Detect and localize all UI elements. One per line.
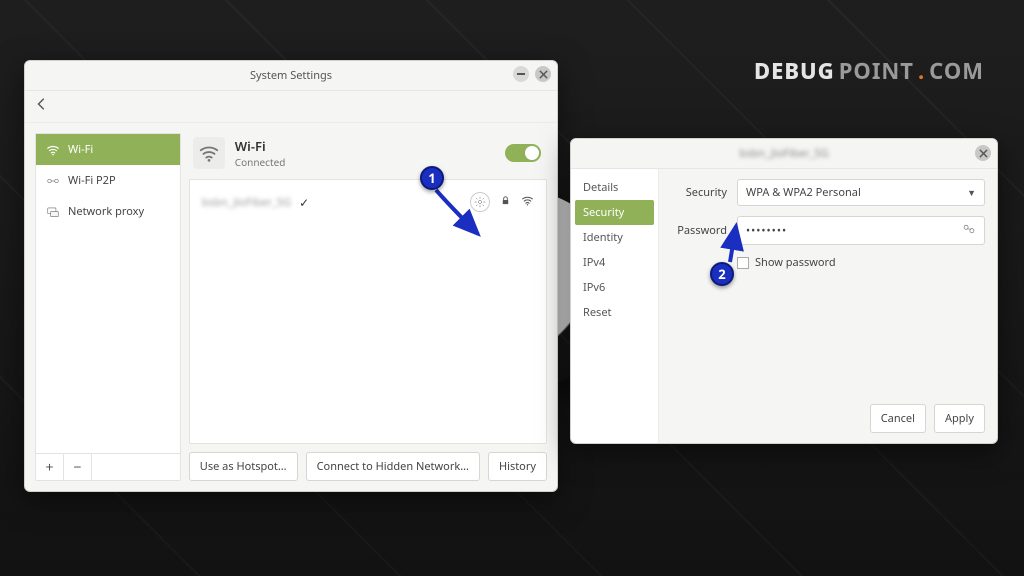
- close-icon: [979, 149, 988, 158]
- lock-icon: [500, 195, 511, 210]
- network-row[interactable]: bsbn_JioFiber_5G ✓: [196, 186, 540, 218]
- annotation-callout-1: 1: [420, 166, 444, 190]
- pane-title: Wi-Fi: [235, 137, 286, 155]
- pane-subtitle: Connected: [235, 155, 286, 169]
- chevron-down-icon: ▼: [967, 186, 976, 199]
- proxy-icon: [46, 205, 60, 219]
- security-dropdown-value: WPA & WPA2 Personal: [746, 185, 861, 200]
- sidebar-item-wifi[interactable]: Wi-Fi: [36, 134, 180, 165]
- wifi-p2p-icon: [46, 174, 60, 188]
- tab-security[interactable]: Security: [575, 200, 654, 225]
- sidebar-bottom-toolbar: + −: [36, 453, 180, 480]
- network-row-left: bsbn_JioFiber_5G ✓: [202, 194, 309, 211]
- cancel-button[interactable]: Cancel: [870, 404, 926, 433]
- network-ssid: bsbn_JioFiber_5G: [202, 195, 291, 210]
- network-row-right: [470, 192, 534, 212]
- dialog-title: bsbn_JioFiber_5G: [739, 146, 828, 161]
- wifi-header: Wi-Fi Connected: [189, 133, 547, 179]
- security-dropdown[interactable]: WPA & WPA2 Personal ▼: [737, 179, 985, 206]
- settings-body: Wi-Fi Wi-Fi P2P Network proxy + −: [25, 123, 557, 491]
- show-password-checkbox[interactable]: [737, 257, 749, 269]
- arrow-left-icon: [35, 97, 49, 111]
- system-settings-window: System Settings Wi-Fi Wi-Fi P2P: [24, 60, 558, 492]
- password-row: Password ••••••••: [671, 216, 985, 245]
- sidebar-item-wifi-p2p[interactable]: Wi-Fi P2P: [36, 165, 180, 196]
- gear-icon: [474, 196, 486, 208]
- annotation-callout-2: 2: [710, 262, 734, 286]
- remove-button[interactable]: −: [64, 454, 92, 480]
- network-list: bsbn_JioFiber_5G ✓: [189, 179, 547, 444]
- sidebar-item-label: Wi-Fi P2P: [68, 173, 116, 188]
- watermark-text-right: COM: [929, 56, 984, 86]
- window-title: System Settings: [250, 68, 332, 83]
- wifi-header-left: Wi-Fi Connected: [193, 137, 286, 169]
- window-minimize-button[interactable]: [513, 66, 529, 82]
- sidebar-item-label: Network proxy: [68, 204, 144, 219]
- dialog-close-button[interactable]: [975, 145, 991, 161]
- window-controls: [513, 66, 551, 82]
- security-row: Security WPA & WPA2 Personal ▼: [671, 179, 985, 206]
- settings-sidebar: Wi-Fi Wi-Fi P2P Network proxy + −: [35, 133, 181, 481]
- dialog-sidebar: Details Security Identity IPv4 IPv6 Rese…: [571, 169, 659, 443]
- password-input[interactable]: ••••••••: [737, 216, 985, 245]
- watermark-text: POINT: [839, 56, 914, 86]
- sidebar-item-label: Wi-Fi: [68, 142, 93, 157]
- dialog-footer: Cancel Apply: [671, 404, 985, 433]
- add-button[interactable]: +: [36, 454, 64, 480]
- tab-ipv4[interactable]: IPv4: [575, 250, 654, 275]
- watermark: DEBUGPOINT.COM: [754, 56, 984, 86]
- password-label: Password: [671, 223, 727, 238]
- security-label: Security: [671, 185, 727, 200]
- tab-ipv6[interactable]: IPv6: [575, 275, 654, 300]
- password-visibility-icon[interactable]: [962, 222, 976, 239]
- apply-button[interactable]: Apply: [934, 404, 985, 433]
- settings-main-pane: Wi-Fi Connected bsbn_JioFiber_5G ✓: [189, 133, 547, 481]
- annotation-label: 2: [718, 265, 725, 283]
- show-password-row: Show password: [737, 255, 985, 270]
- connected-check-icon: ✓: [299, 194, 309, 211]
- sidebar-item-network-proxy[interactable]: Network proxy: [36, 196, 180, 227]
- tab-reset[interactable]: Reset: [575, 300, 654, 325]
- watermark-text-strong: DEBUG: [754, 56, 835, 86]
- wifi-icon: [46, 143, 60, 157]
- history-button[interactable]: History: [488, 452, 547, 481]
- use-as-hotspot-button[interactable]: Use as Hotspot…: [189, 452, 298, 481]
- watermark-dot: .: [918, 56, 925, 86]
- window-titlebar[interactable]: System Settings: [25, 61, 557, 91]
- bottom-toolbar: Use as Hotspot… Connect to Hidden Networ…: [189, 452, 547, 481]
- wifi-icon-large: [193, 137, 225, 169]
- show-password-label: Show password: [755, 255, 836, 270]
- dialog-main: Security WPA & WPA2 Personal ▼ Password …: [659, 169, 997, 443]
- dialog-body: Details Security Identity IPv4 IPv6 Rese…: [571, 169, 997, 443]
- tab-details[interactable]: Details: [575, 175, 654, 200]
- wifi-toggle[interactable]: [505, 144, 541, 162]
- password-value: ••••••••: [746, 223, 787, 238]
- back-button[interactable]: [35, 97, 49, 116]
- network-settings-button[interactable]: [470, 192, 490, 212]
- network-properties-dialog: bsbn_JioFiber_5G Details Security Identi…: [570, 138, 998, 444]
- tab-identity[interactable]: Identity: [575, 225, 654, 250]
- annotation-label: 1: [428, 169, 435, 187]
- signal-icon: [521, 194, 534, 211]
- dialog-titlebar[interactable]: bsbn_JioFiber_5G: [571, 139, 997, 169]
- window-subheader: [25, 91, 557, 123]
- wifi-title-block: Wi-Fi Connected: [235, 137, 286, 169]
- connect-hidden-network-button[interactable]: Connect to Hidden Network…: [306, 452, 480, 481]
- close-icon: [539, 70, 548, 79]
- window-close-button[interactable]: [535, 66, 551, 82]
